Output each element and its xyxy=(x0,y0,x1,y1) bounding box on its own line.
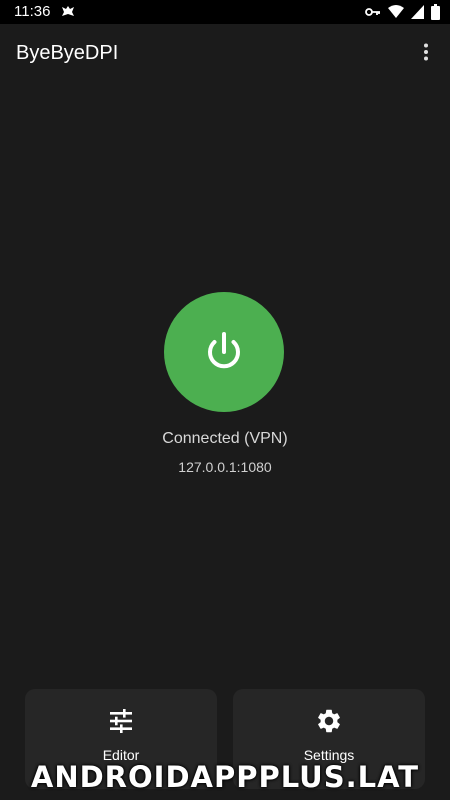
watermark-text: ANDROIDAPPPLUS.LAT xyxy=(30,760,420,794)
app-title: ByeByeDPI xyxy=(16,42,119,64)
more-options-button[interactable] xyxy=(406,32,446,72)
connection-status: Connected (VPN) xyxy=(162,430,288,447)
connection-address: 127.0.0.1:1080 xyxy=(178,459,272,475)
more-vert-icon xyxy=(424,43,428,61)
status-icons xyxy=(365,4,440,20)
gear-icon xyxy=(315,707,343,740)
battery-icon xyxy=(431,4,440,20)
app-notification-icon xyxy=(60,4,76,20)
status-bar: 11:36 xyxy=(0,0,450,24)
power-icon xyxy=(208,332,240,369)
wifi-icon xyxy=(388,5,404,19)
status-time: 11:36 xyxy=(14,3,51,20)
tune-sliders-icon xyxy=(107,707,135,740)
app-bar: ByeByeDPI xyxy=(0,24,450,80)
power-button[interactable] xyxy=(164,292,284,412)
cellular-icon xyxy=(411,5,424,19)
vpn-key-icon xyxy=(365,6,381,18)
